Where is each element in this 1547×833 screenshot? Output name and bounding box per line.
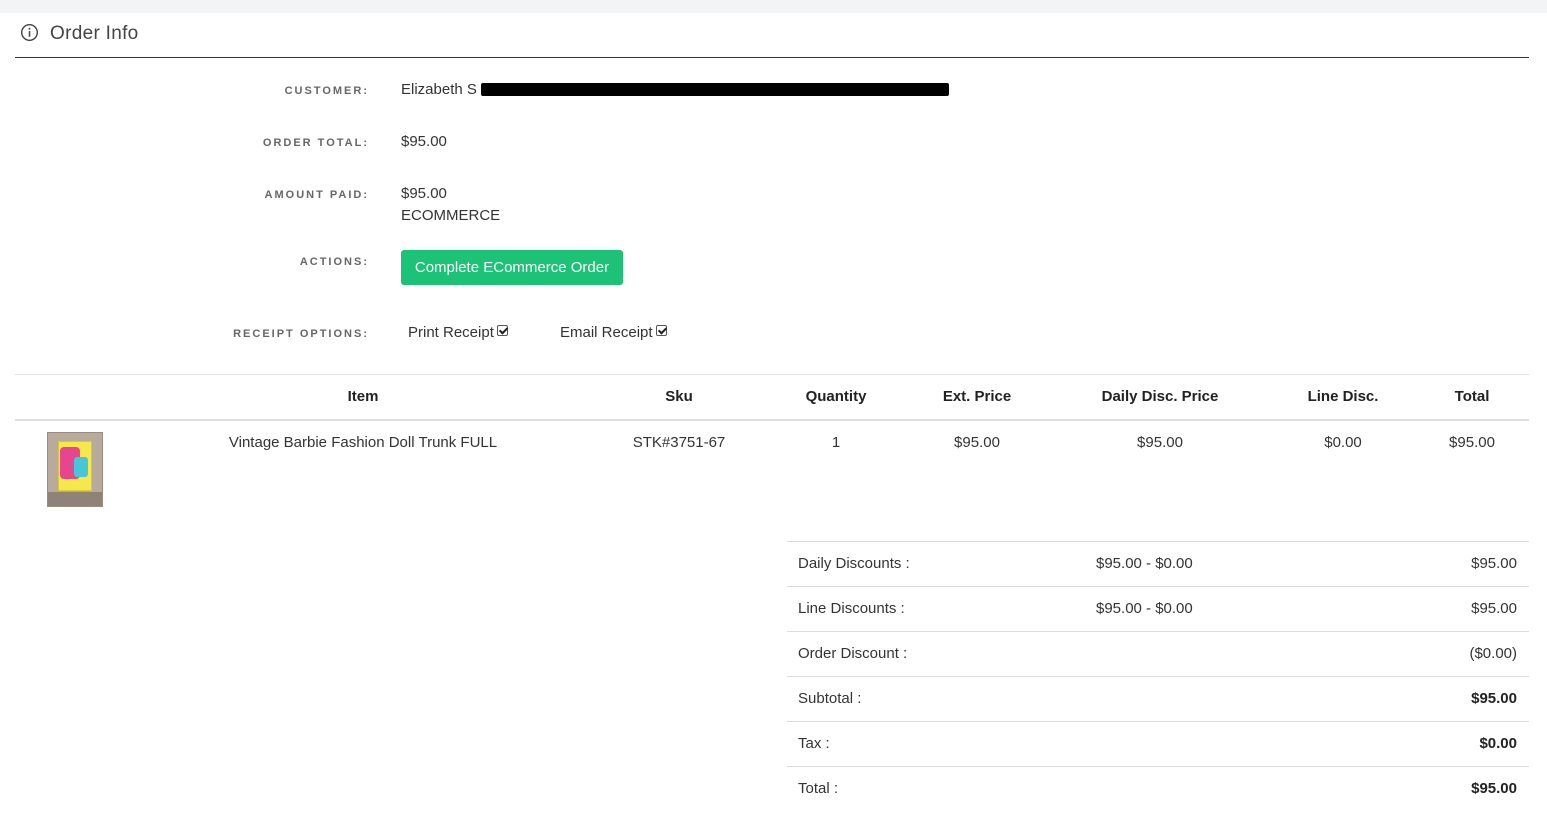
order-info-header: Order Info [15,13,1529,58]
column-header-daily-disc-price: Daily Disc. Price [1101,388,1219,405]
summary-row-line-discounts: Line Discounts : $95.00 - $0.00 $95.00 [787,586,1529,631]
column-header-sku: Sku [665,388,693,405]
column-header-total: Total [1454,388,1490,405]
summary-label: Daily Discounts : [798,555,910,572]
summary-label: Order Discount : [798,645,908,662]
actions-label: ACTIONS: [299,256,369,268]
summary-row-daily-discounts: Daily Discounts : $95.00 - $0.00 $95.00 [787,541,1529,586]
item-daily-disc-price: $95.00 [1137,434,1183,451]
email-receipt-checkbox[interactable] [655,325,667,336]
summary-value: $95.00 [1471,690,1517,707]
summary-label: Subtotal : [798,690,862,707]
amount-paid-label: AMOUNT PAID: [264,189,369,201]
print-receipt-checkbox[interactable] [496,325,508,336]
summary-row-tax: Tax : $0.00 [787,721,1529,766]
print-receipt-label: Print Receipt [408,324,494,341]
summary-value: ($0.00) [1469,645,1517,662]
table-top-divider [15,374,1529,375]
summary-row-total: Total : $95.00 [787,766,1529,811]
summary-row-order-discount: Order Discount : ($0.00) [787,631,1529,676]
item-name: Vintage Barbie Fashion Doll Trunk FULL [228,434,498,451]
summary-value: $95.00 [1471,600,1517,617]
table-header-divider [15,419,1529,421]
column-header-line-disc: Line Disc. [1307,388,1379,405]
item-quantity: 1 [831,434,841,451]
summary-detail: $95.00 - $0.00 [1096,555,1193,572]
summary-value: $95.00 [1471,780,1517,797]
customer-value: Elizabeth S [401,81,477,98]
amount-paid-value: $95.00 [401,185,447,202]
top-bar [0,0,1547,13]
summary-label: Total : [798,780,839,797]
item-line-disc: $0.00 [1324,434,1362,451]
column-header-item: Item [347,388,379,405]
receipt-options-label: RECEIPT OPTIONS: [233,328,369,340]
summary-value: $95.00 [1471,555,1517,572]
payment-method: ECOMMERCE [401,207,501,224]
item-ext-price: $95.00 [954,434,1000,451]
redaction-bar [481,83,949,96]
column-header-ext-price: Ext. Price [942,388,1012,405]
info-icon [20,23,39,42]
email-receipt-label: Email Receipt [560,324,653,341]
summary-label: Tax : [798,735,830,752]
item-total: $95.00 [1449,434,1495,451]
customer-label: CUSTOMER: [284,85,369,97]
order-total-label: ORDER TOTAL: [262,137,369,149]
complete-ecommerce-order-button[interactable]: Complete ECommerce Order [401,250,623,285]
item-sku: STK#3751-67 [632,434,726,451]
summary-row-subtotal: Subtotal : $95.00 [787,676,1529,721]
email-receipt-option[interactable]: Email Receipt [560,324,667,341]
print-receipt-option[interactable]: Print Receipt [408,324,508,341]
page-title: Order Info [50,23,139,44]
column-header-quantity: Quantity [805,388,867,405]
product-thumbnail[interactable] [47,432,103,507]
order-total-value: $95.00 [401,133,447,150]
summary-label: Line Discounts : [798,600,905,617]
summary-value: $0.00 [1479,735,1517,752]
summary-detail: $95.00 - $0.00 [1096,600,1193,617]
